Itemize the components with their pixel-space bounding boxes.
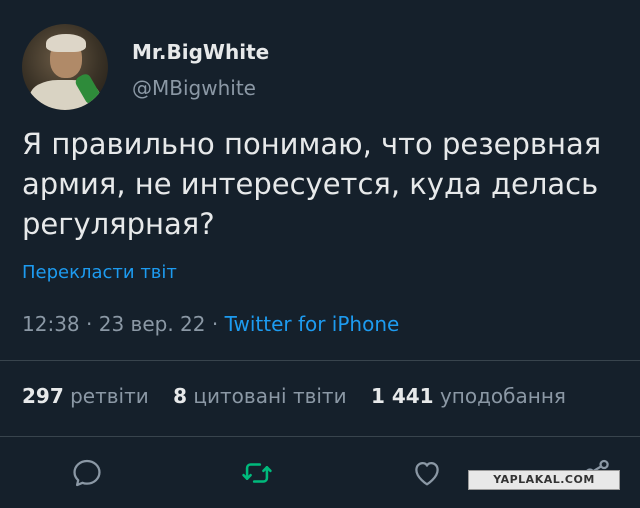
retweets-stat[interactable]: 297 ретвіти — [22, 384, 149, 408]
retweet-icon[interactable] — [240, 456, 274, 490]
reply-icon[interactable] — [70, 456, 104, 490]
tweet-date: 23 вер. 22 — [98, 312, 206, 336]
avatar[interactable] — [22, 24, 108, 110]
author-handle[interactable]: @MBigwhite — [132, 76, 256, 100]
tweet-text: Я правильно понимаю, что резервная армия… — [22, 127, 602, 241]
tweet-source-link[interactable]: Twitter for iPhone — [225, 312, 400, 336]
like-icon[interactable] — [410, 456, 444, 490]
divider — [0, 360, 640, 361]
meta-separator: · — [211, 312, 219, 336]
tweet-meta: 12:38 · 23 вер. 22 · Twitter for iPhone — [22, 312, 399, 336]
tweet-time: 12:38 — [22, 312, 80, 336]
author-display-name[interactable]: Mr.BigWhite — [132, 40, 269, 64]
divider — [0, 436, 640, 437]
likes-stat[interactable]: 1 441 уподобання — [371, 384, 566, 408]
tweet-stats: 297 ретвіти 8 цитовані твіти 1 441 уподо… — [22, 384, 566, 408]
translate-tweet-link[interactable]: Перекласти твіт — [22, 262, 177, 283]
watermark-logo: YAPLAKAL.COM — [468, 470, 620, 490]
quotes-stat[interactable]: 8 цитовані твіти — [173, 384, 346, 408]
meta-separator: · — [86, 312, 93, 336]
